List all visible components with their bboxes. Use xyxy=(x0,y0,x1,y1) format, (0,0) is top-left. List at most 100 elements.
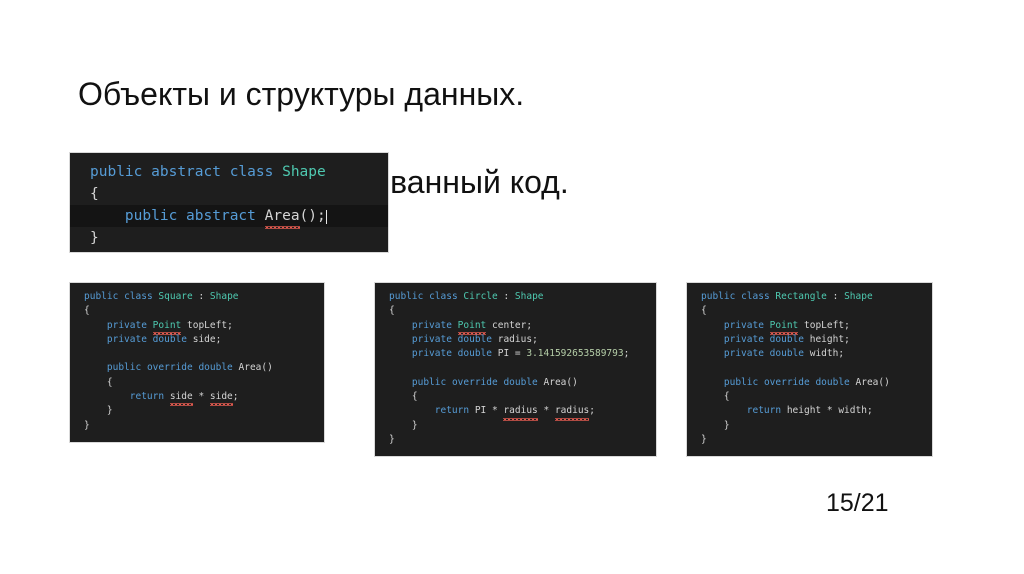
code-token-error: Point xyxy=(769,319,798,336)
code-block-square[interactable]: public class Square : Shape{ private Poi… xyxy=(69,282,325,443)
code-token: } xyxy=(701,419,730,431)
code-line: return PI * radius * radius; xyxy=(375,404,656,422)
code-token: } xyxy=(389,419,418,431)
code-line: private double height; xyxy=(687,333,932,347)
code-lines-square: public class Square : Shape{ private Poi… xyxy=(70,290,324,433)
code-token: return xyxy=(434,405,470,417)
code-line: } xyxy=(687,419,932,433)
code-token: { xyxy=(389,305,395,317)
code-line: private double PI = 3.141592653589793; xyxy=(375,347,656,361)
code-token: height xyxy=(786,405,822,417)
code-token: private xyxy=(106,319,147,331)
code-token: ; xyxy=(526,319,533,331)
code-token-error: side xyxy=(209,390,233,407)
code-line: public override double Area() xyxy=(70,361,324,375)
code-token: topLeft xyxy=(804,319,845,331)
code-token: double xyxy=(503,376,538,388)
code-token: { xyxy=(701,391,730,403)
code-token: public xyxy=(723,376,759,388)
code-lines-shape: public abstract class Shape { public abst… xyxy=(70,161,388,249)
code-token: width xyxy=(809,348,839,360)
code-token: private xyxy=(411,319,452,331)
code-token: height xyxy=(809,333,845,345)
code-token: override xyxy=(763,376,810,388)
code-token: double xyxy=(769,333,804,345)
code-token: private xyxy=(723,319,764,331)
code-token: Shape xyxy=(209,291,239,302)
code-token: } xyxy=(701,433,707,445)
code-line: { xyxy=(70,183,388,205)
code-token: double xyxy=(198,362,233,374)
code-line: { xyxy=(687,390,932,404)
code-token: = xyxy=(509,348,527,360)
code-token: ; xyxy=(215,333,222,345)
code-token-error: Point xyxy=(457,319,486,336)
code-block-circle[interactable]: public class Circle : Shape{ private Poi… xyxy=(374,282,657,457)
code-token: double xyxy=(769,348,804,360)
code-block-shape[interactable]: public abstract class Shape { public abst… xyxy=(69,152,389,253)
code-line: private double radius; xyxy=(375,333,656,347)
code-token: private xyxy=(723,348,764,360)
code-token: public xyxy=(124,208,178,224)
code-token: Area xyxy=(543,376,567,388)
code-token: Rectangle xyxy=(775,291,827,302)
code-line: private double side; xyxy=(70,333,324,347)
code-token: Shape xyxy=(514,291,544,302)
code-lines-rectangle: public class Rectangle : Shape{ private … xyxy=(687,290,932,447)
code-line: public override double Area() xyxy=(375,376,656,390)
code-token: public xyxy=(90,164,143,180)
code-token-error: radius xyxy=(503,404,539,422)
code-token: center xyxy=(492,319,527,331)
code-token: () xyxy=(878,376,890,388)
code-token: public xyxy=(411,376,447,388)
code-line: public class Rectangle : Shape xyxy=(687,290,932,304)
code-token: { xyxy=(84,376,113,388)
code-token: return xyxy=(129,391,165,403)
code-token: public xyxy=(389,291,424,302)
code-token: { xyxy=(84,305,90,317)
code-line: { xyxy=(375,304,656,318)
code-token: topLeft xyxy=(187,319,228,331)
code-token: ; xyxy=(623,348,630,360)
code-line: private double width; xyxy=(687,347,932,361)
code-token: * xyxy=(537,405,555,417)
code-token: () xyxy=(566,376,578,388)
code-token: ; xyxy=(532,333,538,345)
code-token: ; xyxy=(227,319,233,331)
code-token: public xyxy=(701,291,736,302)
code-token: } xyxy=(84,405,113,417)
code-token: } xyxy=(84,419,90,431)
code-token: private xyxy=(106,333,147,345)
code-token: { xyxy=(701,305,707,317)
code-line: private Point center; xyxy=(375,319,656,336)
code-line: public class Circle : Shape xyxy=(375,290,656,304)
code-block-rectangle[interactable]: public class Rectangle : Shape{ private … xyxy=(686,282,933,457)
code-token: () xyxy=(261,362,273,374)
code-token: public xyxy=(84,291,119,302)
code-token: public xyxy=(106,362,142,374)
page-title-line-1: Объекты и структуры данных. xyxy=(78,76,525,112)
code-token: ; xyxy=(866,405,873,417)
code-token: * xyxy=(192,391,210,403)
code-token: private xyxy=(411,333,452,345)
code-token: { xyxy=(389,391,418,403)
code-token: abstract xyxy=(151,164,221,180)
code-token: double xyxy=(152,333,187,345)
code-token: double xyxy=(457,348,492,360)
code-token: * xyxy=(486,405,504,417)
code-line: } xyxy=(375,419,656,433)
code-line: public class Square : Shape xyxy=(70,290,324,304)
